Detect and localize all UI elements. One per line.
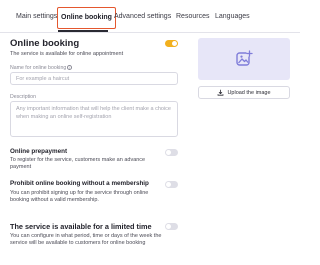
name-field-label: Name for online booking i: [10, 65, 73, 71]
limited-time-text: You can configure in what period, time o…: [10, 233, 162, 246]
online-booking-subtitle: The service is available for online appo…: [10, 51, 124, 57]
upload-icon: [218, 89, 224, 96]
info-icon[interactable]: i: [67, 65, 73, 71]
limited-time-toggle[interactable]: [165, 223, 178, 230]
active-tab-indicator: [58, 30, 108, 32]
upload-image-label: Upload the image: [227, 89, 271, 96]
online-booking-title: Online booking: [10, 38, 80, 49]
description-textarea[interactable]: Any important information that will help…: [10, 101, 178, 137]
toggle-knob: [166, 150, 171, 155]
image-placeholder[interactable]: [198, 38, 290, 80]
tab-resources[interactable]: Resources: [176, 13, 209, 20]
online-prepayment-toggle[interactable]: [165, 149, 178, 156]
membership-toggle[interactable]: [165, 181, 178, 188]
name-field-label-text: Name for online booking: [10, 65, 67, 71]
tab-online-booking[interactable]: Online booking: [57, 7, 116, 29]
online-booking-toggle[interactable]: [165, 40, 178, 47]
toggle-knob: [166, 224, 171, 229]
toggle-knob: [166, 182, 171, 187]
online-prepayment-title: Online prepayment: [10, 148, 68, 155]
toggle-knob: [172, 41, 177, 46]
membership-text: You can prohibit signing up for the serv…: [10, 190, 149, 203]
limited-time-title: The service is available for a limited t…: [10, 222, 152, 231]
tab-languages[interactable]: Languages: [215, 13, 250, 20]
tab-main-settings[interactable]: Main settings: [16, 13, 57, 20]
add-image-icon: [236, 50, 253, 66]
name-for-online-booking-input[interactable]: For example a haircut: [10, 72, 178, 85]
tab-bar: Main settings Online booking Advanced se…: [0, 0, 300, 33]
upload-image-button[interactable]: Upload the image: [198, 86, 290, 99]
membership-title: Prohibit online booking without a member…: [10, 180, 149, 187]
description-label: Description: [10, 94, 36, 100]
online-prepayment-text: To register for the service, customers m…: [10, 157, 146, 170]
tab-advanced-settings[interactable]: Advanced settings: [114, 13, 171, 20]
